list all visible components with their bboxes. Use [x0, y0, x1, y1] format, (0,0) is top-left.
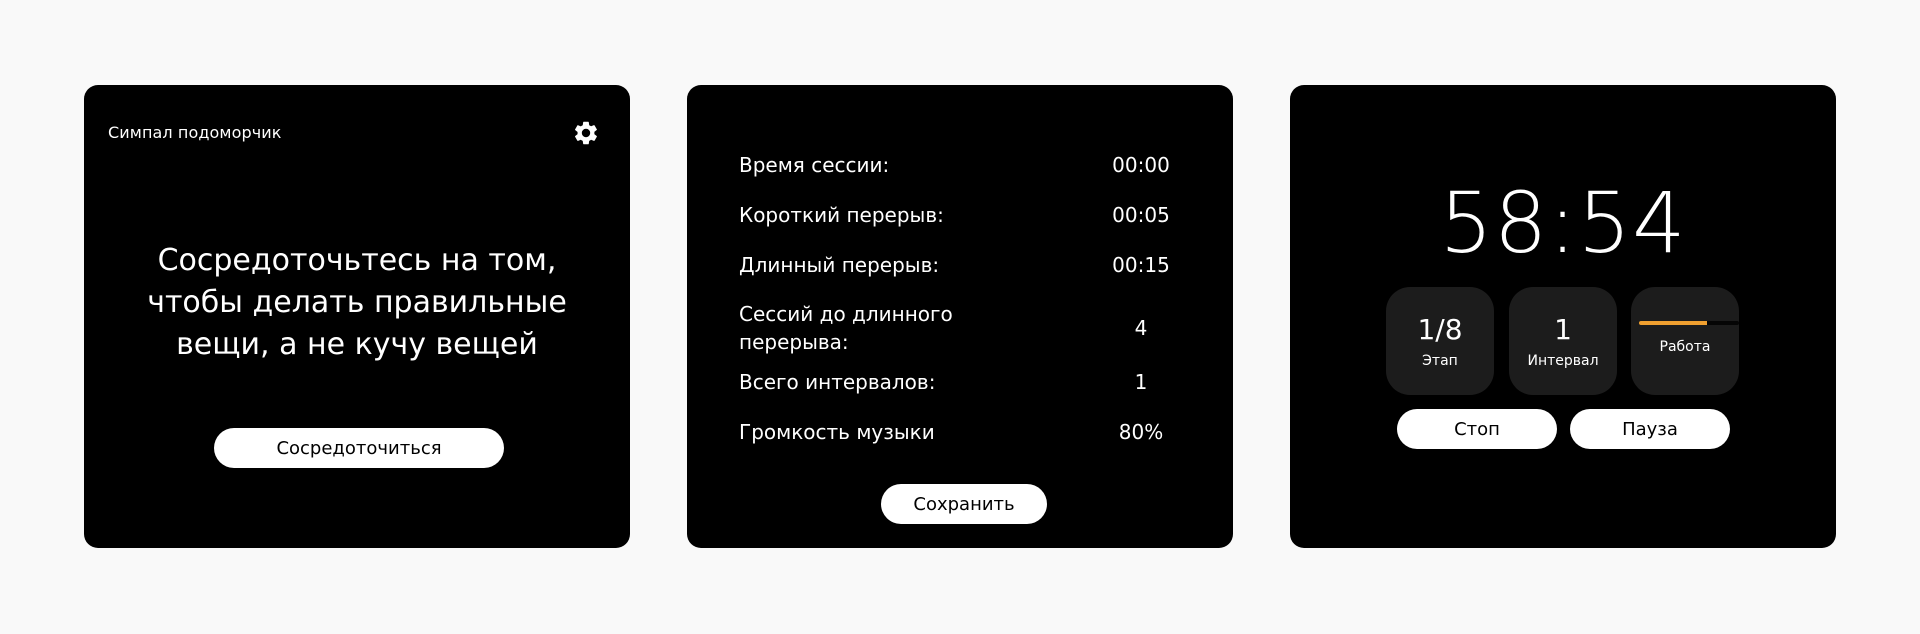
setting-value[interactable]: 80%: [1101, 417, 1181, 447]
start-card: Симпал подоморчик Сосредоточьтесь на том…: [84, 85, 630, 548]
interval-label: Интервал: [1527, 353, 1599, 369]
setting-label: Всего интервалов:: [739, 370, 936, 394]
setting-label: Время сессии:: [739, 153, 890, 177]
settings-card: Время сессии: 00:00 Короткий перерыв: 00…: [687, 85, 1233, 548]
setting-row-music-volume: Громкость музыки 80%: [739, 417, 1181, 447]
phase-progress-fill: [1639, 321, 1707, 325]
motivational-quote: Сосредоточьтесь на том, чтобы делать пра…: [147, 243, 567, 362]
timer-card: 58:54 1/8 Этап 1 Интервал Работа Стоп Па…: [1290, 85, 1836, 548]
setting-label: Длинный перерыв:: [739, 253, 940, 277]
countdown-timer: 58:54: [1439, 174, 1687, 272]
setting-row-long-break: Длинный перерыв: 00:15: [739, 250, 1181, 280]
setting-value[interactable]: 00:05: [1101, 200, 1181, 230]
stage-value: 1/8: [1417, 313, 1463, 346]
setting-label: Громкость музыки: [739, 420, 935, 444]
stop-button[interactable]: Стоп: [1397, 409, 1557, 449]
setting-value[interactable]: 1: [1101, 367, 1181, 397]
stage-label: Этап: [1422, 353, 1458, 369]
focus-button[interactable]: Сосредоточиться: [214, 428, 504, 468]
pause-button[interactable]: Пауза: [1570, 409, 1730, 449]
setting-value[interactable]: 00:00: [1101, 150, 1181, 180]
setting-row-session-time: Время сессии: 00:00: [739, 150, 1181, 180]
setting-value[interactable]: 00:15: [1101, 250, 1181, 280]
gear-icon[interactable]: [572, 119, 600, 147]
setting-value[interactable]: 4: [1101, 314, 1181, 342]
setting-label: Короткий перерыв:: [739, 203, 944, 227]
save-button[interactable]: Сохранить: [881, 484, 1047, 524]
app-title: Симпал подоморчик: [108, 123, 282, 142]
setting-label: Сессий до длинного перерыва:: [739, 302, 953, 354]
interval-tile: 1 Интервал: [1509, 287, 1617, 395]
setting-row-short-break: Короткий перерыв: 00:05: [739, 200, 1181, 230]
stage-tile: 1/8 Этап: [1386, 287, 1494, 395]
interval-value: 1: [1554, 313, 1572, 346]
phase-tile: Работа: [1631, 287, 1739, 395]
setting-row-total-intervals: Всего интервалов: 1: [739, 367, 1181, 397]
setting-row-sessions-until-long-break: Сессий до длинного перерыва: 4: [739, 300, 1181, 356]
phase-label: Работа: [1659, 339, 1711, 355]
phase-progress-bar: [1639, 321, 1739, 325]
